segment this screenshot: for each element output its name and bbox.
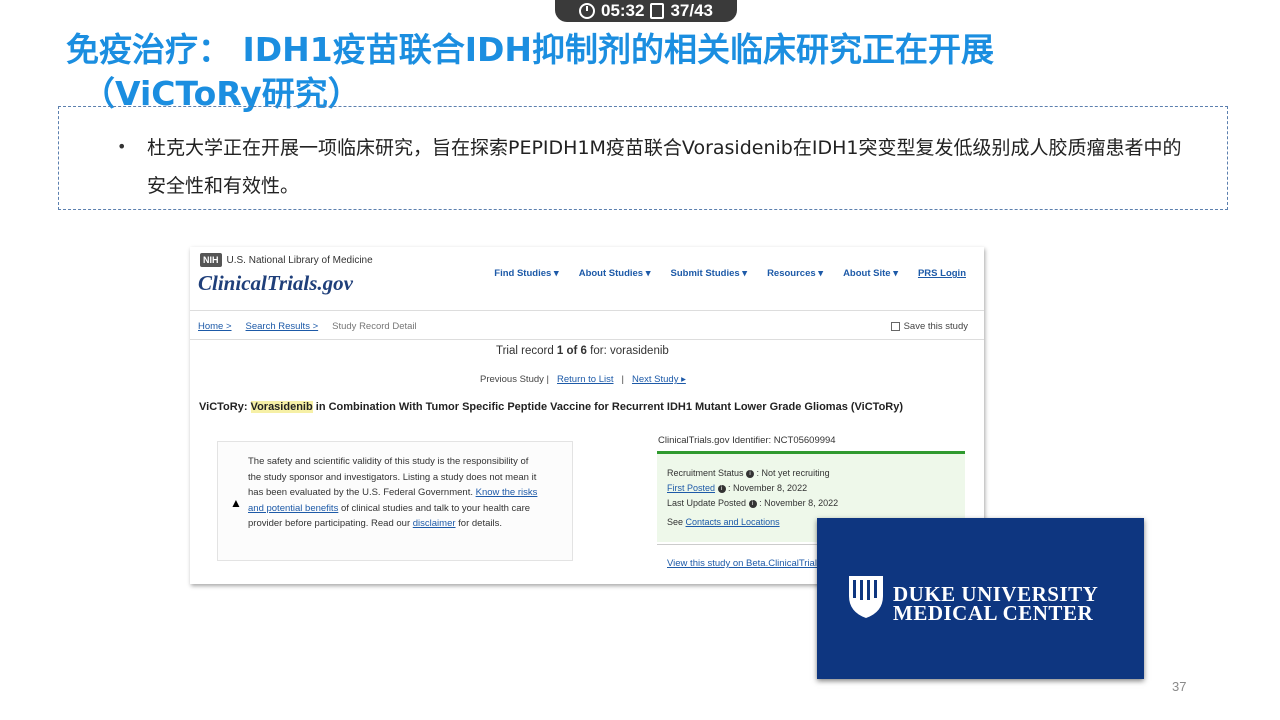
breadcrumb-current: Study Record Detail [332, 321, 417, 332]
nav-find-studies[interactable]: Find Studies ▾ [494, 268, 558, 279]
last-update-value: : November 8, 2022 [756, 498, 839, 508]
timer-text: 05:32 [600, 1, 645, 20]
disclaimer-link[interactable]: disclaimer [413, 518, 456, 529]
study-title-prefix: ViCToRy: [199, 401, 251, 413]
duke-shield-icon [849, 576, 883, 618]
duke-logo-card: DUKE UNIVERSITY MEDICAL CENTER [817, 518, 1144, 679]
duke-line2: MEDICAL CENTER [893, 601, 1094, 625]
save-study[interactable]: Save this study [890, 321, 968, 332]
study-pager: Previous Study | Return to List | Next S… [480, 374, 686, 385]
recruitment-value: : Not yet recruiting [754, 468, 830, 478]
beta-link[interactable]: View this study on Beta.ClinicalTrials.g… [667, 558, 840, 569]
bullet-text: 杜克大学正在开展一项临床研究，旨在探索PEPIDH1M疫苗联合Vorasiden… [147, 137, 1182, 197]
notice-part-c: for details. [455, 518, 502, 529]
see-label: See [667, 517, 686, 527]
save-label: Save this study [903, 321, 968, 332]
nih-badge: NIH [200, 253, 222, 267]
first-posted: First Posted i : November 8, 2022 [667, 483, 807, 493]
info-icon[interactable]: i [748, 499, 757, 508]
slide-icon [650, 3, 665, 19]
last-update-label: Last Update Posted [667, 498, 747, 508]
nav-about-studies[interactable]: About Studies ▾ [579, 268, 651, 279]
top-nav: Find Studies ▾ About Studies ▾ Submit St… [494, 268, 966, 279]
nav-prs-login[interactable]: PRS Login [918, 268, 966, 279]
disclaimer-notice: ▲ The safety and scientific validity of … [217, 441, 573, 561]
nlm-label: U.S. National Library of Medicine [226, 254, 373, 266]
next-study-link[interactable]: Next Study ▸ [632, 374, 686, 385]
ctgov-logo[interactable]: ClinicalTrials.gov [198, 271, 353, 296]
slide-title-line1: 免疫治疗： IDH1疫苗联合IDH抑制剂的相关临床研究正在开展 [66, 30, 995, 69]
study-title: ViCToRy: Vorasidenib in Combination With… [199, 401, 903, 413]
trial-record: Trial record 1 of 6 for: vorasidenib [496, 345, 669, 357]
nav-about-site[interactable]: About Site ▾ [843, 268, 898, 279]
info-icon[interactable]: i [746, 469, 755, 478]
recruitment-label: Recruitment Status [667, 468, 744, 478]
pager-separator: | [621, 374, 624, 385]
record-count: 1 of 6 [556, 345, 587, 357]
contacts-row: See Contacts and Locations [667, 517, 780, 527]
previous-study: Previous Study | [480, 374, 550, 385]
last-update: Last Update Posted i : November 8, 2022 [667, 498, 838, 508]
breadcrumb-home[interactable]: Home > [198, 321, 232, 332]
record-prefix: Trial record [496, 345, 557, 357]
breadcrumb: Home > Search Results > Study Record Det… [198, 321, 417, 332]
recruitment-status: Recruitment Status i : Not yet recruitin… [667, 468, 830, 478]
nih-header: NIH U.S. National Library of Medicine [200, 253, 373, 267]
bullet-marker: • [117, 137, 127, 156]
first-posted-link[interactable]: First Posted [667, 483, 715, 493]
slide-title: 免疫治疗： IDH1疫苗联合IDH抑制剂的相关临床研究正在开展 （ViCToRy… [66, 28, 1186, 116]
return-to-list-link[interactable]: Return to List [557, 374, 614, 385]
save-checkbox[interactable] [890, 322, 900, 331]
record-query: for: vorasidenib [586, 345, 669, 357]
contacts-locations-link[interactable]: Contacts and Locations [686, 517, 780, 527]
bullet-box: • 杜克大学正在开展一项临床研究，旨在探索PEPIDH1M疫苗联合Vorasid… [58, 106, 1228, 210]
clock-icon [578, 3, 595, 19]
study-title-rest: in Combination With Tumor Specific Pepti… [312, 401, 904, 413]
info-icon[interactable]: i [717, 484, 726, 493]
disclaimer-text: The safety and scientific validity of th… [248, 454, 543, 532]
page-number: 37 [1172, 679, 1187, 694]
presentation-timer: 05:32 37/43 [555, 0, 737, 22]
nav-resources[interactable]: Resources ▾ [767, 268, 823, 279]
study-identifier: ClinicalTrials.gov Identifier: NCT056099… [658, 435, 836, 446]
slide-counter: 37/43 [670, 1, 714, 20]
nav-submit-studies[interactable]: Submit Studies ▾ [671, 268, 748, 279]
first-posted-value: : November 8, 2022 [725, 483, 808, 493]
breadcrumb-search-results[interactable]: Search Results > [246, 321, 319, 332]
warning-icon: ▲ [230, 496, 242, 510]
study-title-highlight: Vorasidenib [250, 401, 313, 413]
